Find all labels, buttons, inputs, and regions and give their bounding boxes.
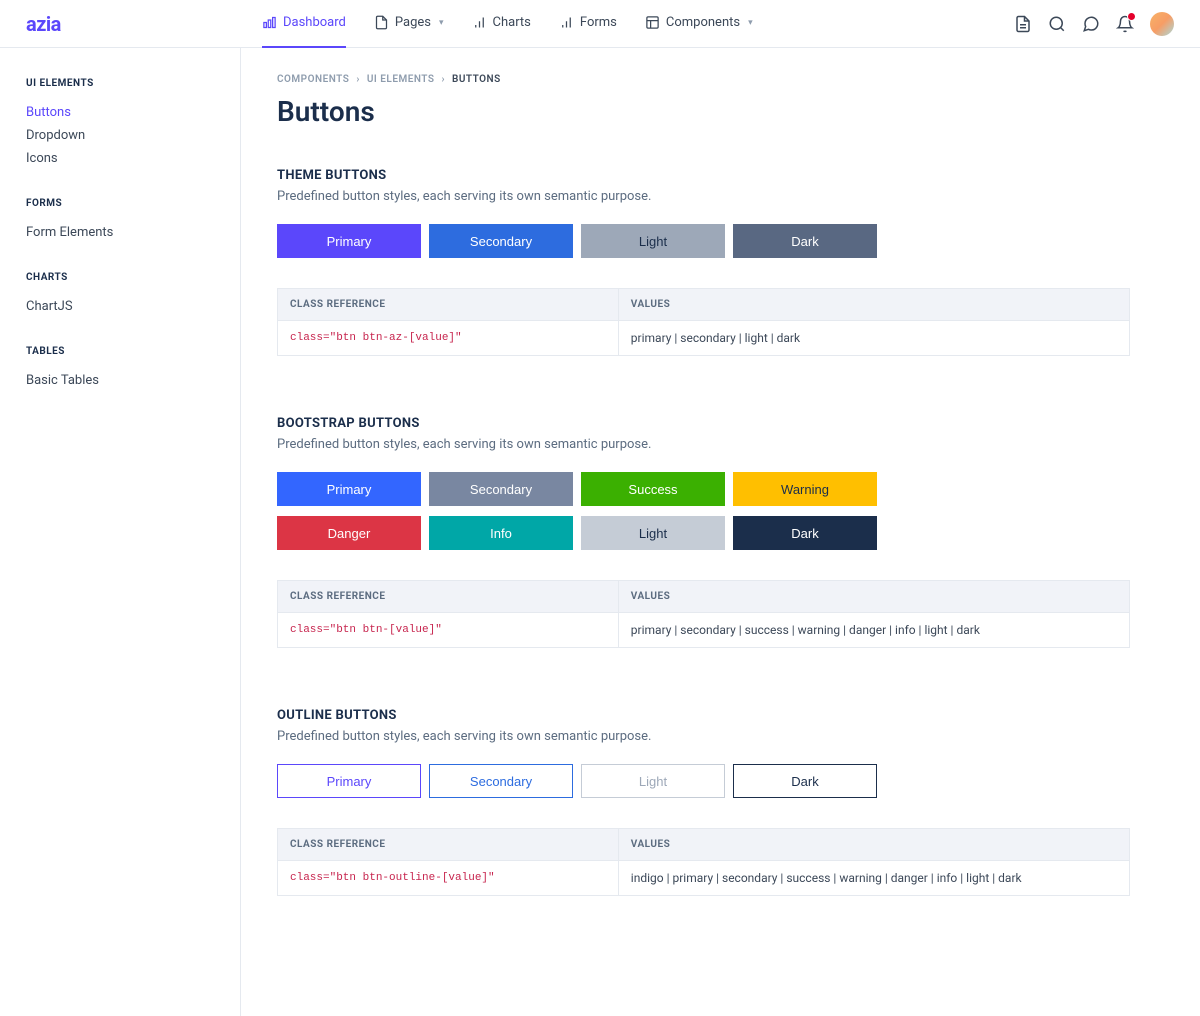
page-title: Buttons xyxy=(277,95,1130,128)
nav-components-label: Components xyxy=(666,15,740,30)
breadcrumb-current: BUTTONS xyxy=(452,74,501,85)
nav-pages-label: Pages xyxy=(395,15,431,30)
section-bootstrap-buttons: BOOTSTRAP BUTTONS Predefined button styl… xyxy=(277,416,1130,648)
section-title: OUTLINE BUTTONS xyxy=(277,708,1130,723)
forms-icon xyxy=(559,15,574,30)
dashboard-icon xyxy=(262,15,277,30)
td-code: class="btn btn-outline-[value]" xyxy=(278,861,619,896)
breadcrumb: COMPONENTS › UI ELEMENTS › BUTTONS xyxy=(277,74,1130,85)
charts-icon xyxy=(472,15,487,30)
th-values: Values xyxy=(618,581,1129,613)
main-nav: Dashboard Pages ▾ Charts Forms Component… xyxy=(226,0,1014,48)
content: COMPONENTS › UI ELEMENTS › BUTTONS Butto… xyxy=(240,48,1200,1016)
nav-components[interactable]: Components ▾ xyxy=(645,0,753,48)
sidebar-label-forms: FORMS xyxy=(26,198,214,209)
chevron-down-icon: ▾ xyxy=(748,18,753,28)
bs-primary-button[interactable]: Primary xyxy=(277,472,421,506)
chat-icon[interactable] xyxy=(1082,15,1100,33)
sidebar-label-ui: UI ELEMENTS xyxy=(26,78,214,89)
th-class-ref: Class Reference xyxy=(278,581,619,613)
search-icon[interactable] xyxy=(1048,15,1066,33)
bs-info-button[interactable]: Info xyxy=(429,516,573,550)
theme-dark-button[interactable]: Dark xyxy=(733,224,877,258)
nav-forms-label: Forms xyxy=(580,15,617,30)
bs-light-button[interactable]: Light xyxy=(581,516,725,550)
section-title: BOOTSTRAP BUTTONS xyxy=(277,416,1130,431)
chevron-down-icon: ▾ xyxy=(439,18,444,28)
bs-dark-button[interactable]: Dark xyxy=(733,516,877,550)
outline-reference-table: Class ReferenceValues class="btn btn-out… xyxy=(277,828,1130,896)
header: azia Dashboard Pages ▾ Charts Forms Comp… xyxy=(0,0,1200,48)
th-values: Values xyxy=(618,829,1129,861)
sidebar-item-buttons[interactable]: Buttons xyxy=(26,101,214,124)
page-body: UI ELEMENTS Buttons Dropdown Icons FORMS… xyxy=(0,48,1200,1016)
outline-secondary-button[interactable]: Secondary xyxy=(429,764,573,798)
sidebar-label-charts: CHARTS xyxy=(26,272,214,283)
section-outline-buttons: OUTLINE BUTTONS Predefined button styles… xyxy=(277,708,1130,896)
header-actions xyxy=(1014,12,1174,36)
td-code: class="btn btn-[value]" xyxy=(278,613,619,648)
bs-danger-button[interactable]: Danger xyxy=(277,516,421,550)
theme-reference-table: Class ReferenceValues class="btn btn-az-… xyxy=(277,288,1130,356)
td-values: primary | secondary | light | dark xyxy=(618,321,1129,356)
sidebar-item-form-elements[interactable]: Form Elements xyxy=(26,221,214,244)
td-values: indigo | primary | secondary | success |… xyxy=(618,861,1129,896)
bs-warning-button[interactable]: Warning xyxy=(733,472,877,506)
nav-charts[interactable]: Charts xyxy=(472,0,531,48)
breadcrumb-ui-elements[interactable]: UI ELEMENTS xyxy=(367,74,435,85)
logo[interactable]: azia xyxy=(26,12,226,36)
outline-dark-button[interactable]: Dark xyxy=(733,764,877,798)
sidebar-item-dropdown[interactable]: Dropdown xyxy=(26,124,214,147)
outline-primary-button[interactable]: Primary xyxy=(277,764,421,798)
bs-success-button[interactable]: Success xyxy=(581,472,725,506)
theme-light-button[interactable]: Light xyxy=(581,224,725,258)
sidebar-label-tables: TABLES xyxy=(26,346,214,357)
section-title: THEME BUTTONS xyxy=(277,168,1130,183)
chevron-right-icon: › xyxy=(356,74,360,85)
th-class-ref: Class Reference xyxy=(278,829,619,861)
nav-forms[interactable]: Forms xyxy=(559,0,617,48)
chevron-right-icon: › xyxy=(441,74,445,85)
bell-icon[interactable] xyxy=(1116,15,1134,33)
td-code: class="btn btn-az-[value]" xyxy=(278,321,619,356)
nav-pages[interactable]: Pages ▾ xyxy=(374,0,444,48)
bs-secondary-button[interactable]: Secondary xyxy=(429,472,573,506)
theme-primary-button[interactable]: Primary xyxy=(277,224,421,258)
breadcrumb-components[interactable]: COMPONENTS xyxy=(277,74,349,85)
section-theme-buttons: THEME BUTTONS Predefined button styles, … xyxy=(277,168,1130,356)
nav-dashboard-label: Dashboard xyxy=(283,15,346,30)
section-desc: Predefined button styles, each serving i… xyxy=(277,437,1130,452)
file-icon[interactable] xyxy=(1014,15,1032,33)
th-values: Values xyxy=(618,289,1129,321)
components-icon xyxy=(645,15,660,30)
pages-icon xyxy=(374,15,389,30)
avatar[interactable] xyxy=(1150,12,1174,36)
td-values: primary | secondary | success | warning … xyxy=(618,613,1129,648)
nav-charts-label: Charts xyxy=(493,15,531,30)
sidebar-item-icons[interactable]: Icons xyxy=(26,147,214,170)
section-desc: Predefined button styles, each serving i… xyxy=(277,729,1130,744)
bootstrap-reference-table: Class ReferenceValues class="btn btn-[va… xyxy=(277,580,1130,648)
section-desc: Predefined button styles, each serving i… xyxy=(277,189,1130,204)
th-class-ref: Class Reference xyxy=(278,289,619,321)
nav-dashboard[interactable]: Dashboard xyxy=(262,0,346,48)
theme-secondary-button[interactable]: Secondary xyxy=(429,224,573,258)
outline-light-button[interactable]: Light xyxy=(581,764,725,798)
sidebar-item-basic-tables[interactable]: Basic Tables xyxy=(26,369,214,392)
sidebar-item-chartjs[interactable]: ChartJS xyxy=(26,295,214,318)
sidebar: UI ELEMENTS Buttons Dropdown Icons FORMS… xyxy=(0,48,240,1016)
